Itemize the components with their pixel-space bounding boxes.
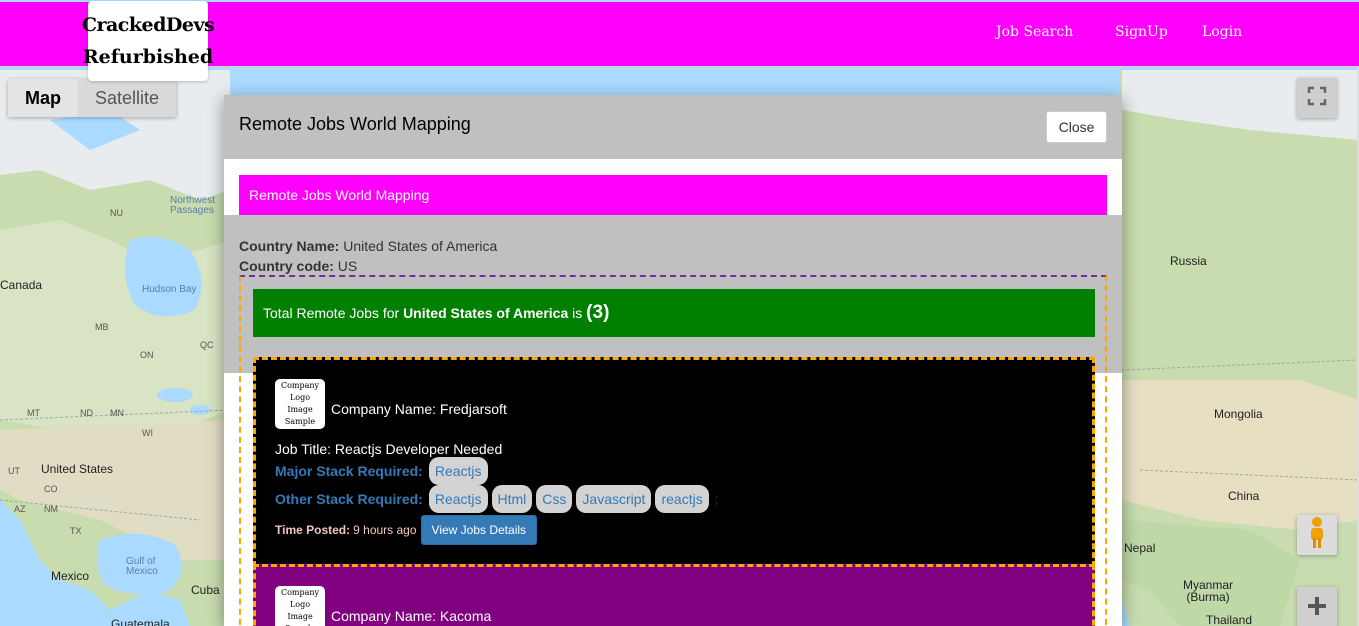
- map-label-mt: MT: [27, 408, 40, 418]
- map-label-russia: Russia: [1170, 254, 1207, 268]
- jobs-modal: Remote Jobs World Mapping Close Remote J…: [224, 95, 1122, 626]
- jobs-container: Total Remote Jobs for United States of A…: [239, 275, 1107, 626]
- company-name: Company Name: Fredjarsoft: [331, 401, 507, 417]
- street-view-button[interactable]: [1297, 515, 1337, 555]
- zoom-in-button[interactable]: [1297, 587, 1337, 626]
- company-logo: Company Logo Image Sample: [275, 586, 325, 626]
- time-posted-label: Time Posted:: [275, 523, 351, 537]
- map-label-mongolia: Mongolia: [1214, 407, 1263, 421]
- map-label-mexico: Mexico: [51, 569, 90, 583]
- other-stack-label: Other Stack Required:: [275, 491, 423, 507]
- map-label-thailand: Thailand: [1206, 613, 1253, 626]
- country-code-value: US: [337, 258, 358, 274]
- total-prefix: Total Remote Jobs for: [263, 305, 400, 321]
- map-type-satellite-button[interactable]: Satellite: [78, 79, 177, 117]
- map-label-united-states: United States: [41, 462, 114, 476]
- job-title: Job Title: Reactjs Developer Needed: [275, 441, 503, 457]
- map-label-co: CO: [44, 484, 58, 494]
- stack-tag[interactable]: Javascript: [576, 485, 652, 513]
- company-logo-line-2: Image Sample: [285, 612, 315, 626]
- company-name: Company Name: Kacoma: [331, 608, 492, 624]
- pegman-icon: [1307, 516, 1327, 555]
- job-card: Company Logo Image Sample Company Name: …: [253, 564, 1095, 626]
- map-label-northwest-passages: Northwest Passages: [170, 195, 216, 216]
- company-logo: Company Logo Image Sample: [275, 379, 325, 429]
- modal-title: Remote Jobs World Mapping: [239, 114, 471, 134]
- fullscreen-icon: [1307, 86, 1327, 111]
- time-posted-row: Time Posted: 9 hours ago View Jobs Detai…: [275, 515, 538, 545]
- country-code-label: Country code:: [239, 258, 334, 274]
- map-label-nepal: Nepal: [1124, 541, 1156, 555]
- modal-body: Remote Jobs World Mapping Country Name: …: [224, 159, 1122, 626]
- nav-signup[interactable]: SignUp: [1115, 24, 1168, 40]
- map-label-qc: QC: [200, 340, 214, 350]
- country-info: Country Name: United States of America C…: [239, 236, 497, 276]
- nav-login[interactable]: Login: [1202, 24, 1242, 40]
- logo-line-1: CrackedDevs: [81, 14, 215, 36]
- major-stack-row: Major Stack Required: Reactjs: [275, 457, 492, 485]
- logo-line-2: Refurbished: [82, 46, 214, 68]
- map-label-hudson-bay: Hudson Bay: [142, 284, 197, 295]
- map-label-mn: MN: [110, 408, 124, 418]
- country-code-row: Country code: US: [239, 256, 497, 276]
- country-name-label: Country Name:: [239, 238, 340, 254]
- total-country: United States of America: [403, 305, 569, 321]
- close-button[interactable]: Close: [1046, 111, 1107, 143]
- map-type-map-button[interactable]: Map: [8, 79, 78, 117]
- stack-tag[interactable]: Reactjs: [428, 485, 488, 513]
- map-type-control: Map Satellite: [8, 79, 177, 117]
- other-stack-row: Other Stack Required: Reactjs Html Css J…: [275, 485, 719, 513]
- map-label-nm: NM: [44, 504, 58, 514]
- total-count: (3): [586, 302, 610, 323]
- map-label-mb: MB: [95, 322, 109, 332]
- map-label-myanmar: Myanmar (Burma): [1182, 578, 1233, 604]
- stack-separator: ;: [714, 491, 719, 507]
- map-label-cuba: Cuba: [191, 583, 220, 597]
- map-label-nd: ND: [80, 408, 93, 418]
- stack-tag[interactable]: Reactjs: [428, 457, 488, 485]
- map-label-tx: TX: [70, 526, 82, 536]
- stack-tag[interactable]: Css: [536, 485, 573, 513]
- view-job-details-button[interactable]: View Jobs Details: [420, 515, 538, 545]
- major-stack-label: Major Stack Required:: [275, 463, 423, 479]
- stack-tag[interactable]: reactjs: [655, 485, 709, 513]
- map-label-canada: Canada: [0, 278, 43, 292]
- map-label-china: China: [1228, 489, 1260, 503]
- map-label-az: AZ: [14, 504, 26, 514]
- site-logo[interactable]: CrackedDevs Refurbished: [82, 1, 215, 81]
- map-label-guatemala: Guatemala: [111, 617, 170, 626]
- company-logo-line-2: Image Sample: [284, 405, 316, 426]
- company-logo-line-1: Company Logo: [280, 588, 320, 609]
- map-label-wi: WI: [142, 428, 153, 438]
- total-jobs-bar: Total Remote Jobs for United States of A…: [253, 289, 1095, 337]
- country-name-row: Country Name: United States of America: [239, 236, 497, 256]
- company-logo-line-1: Company Logo: [280, 381, 320, 402]
- job-card: Company Logo Image Sample Company Name: …: [253, 357, 1095, 567]
- stack-tag[interactable]: Html: [491, 485, 533, 513]
- zoom-in-icon: [1307, 590, 1327, 624]
- fullscreen-button[interactable]: [1297, 78, 1337, 118]
- map-label-on: ON: [140, 350, 154, 360]
- modal-banner: Remote Jobs World Mapping: [239, 175, 1107, 215]
- modal-header: Remote Jobs World Mapping Close: [224, 95, 1122, 159]
- map-label-gulf-of-mexico: Gulf of Mexico: [126, 556, 158, 577]
- total-is: is: [572, 305, 583, 321]
- map-label-nu: NU: [110, 208, 123, 218]
- map-label-ut: UT: [8, 466, 20, 476]
- country-name-value: United States of America: [343, 238, 498, 254]
- nav-job-search[interactable]: Job Search: [996, 24, 1073, 40]
- time-posted-value: 9 hours ago: [353, 523, 417, 537]
